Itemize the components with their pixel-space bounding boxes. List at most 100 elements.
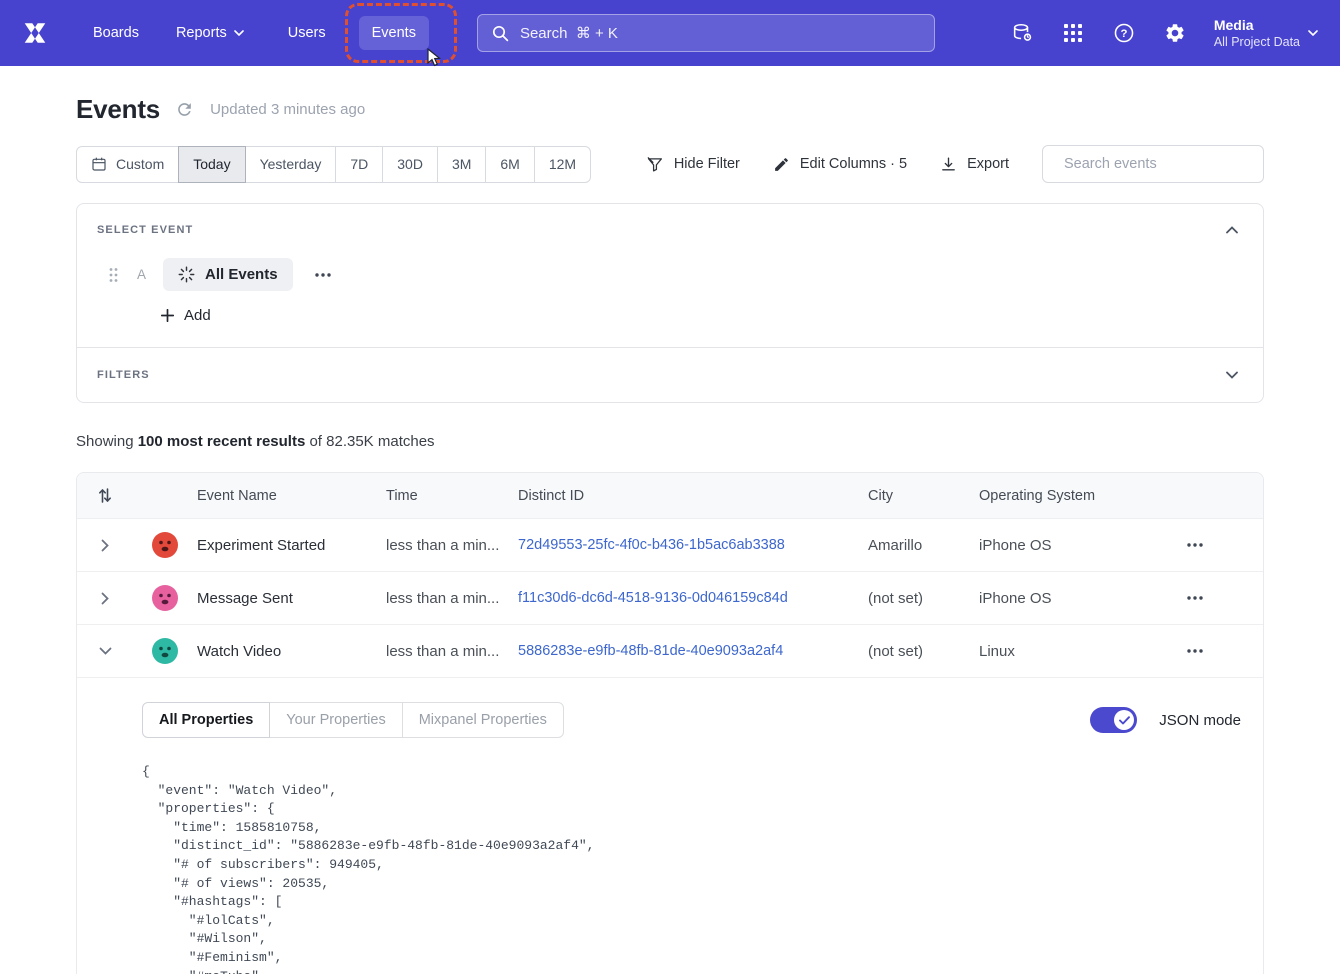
table-row[interactable]: Message Sent less than a min... f11c30d6… <box>77 571 1263 624</box>
toggle-knob <box>1114 710 1134 730</box>
date-range-custom[interactable]: Custom <box>76 146 179 183</box>
date-range-30d[interactable]: 30D <box>382 146 438 183</box>
mixpanel-logo-icon[interactable] <box>22 20 49 47</box>
pencil-icon <box>773 156 790 173</box>
event-name-cell: Message Sent <box>197 590 386 607</box>
row-actions-icon[interactable] <box>1177 643 1213 659</box>
project-scope: All Project Data <box>1214 34 1300 50</box>
hide-filter-label: Hide Filter <box>674 156 740 172</box>
add-event-label: Add <box>184 307 211 324</box>
os-cell: Linux <box>979 643 1177 660</box>
city-cell: (not set) <box>868 590 979 607</box>
page-title: Events <box>76 94 160 125</box>
os-cell: iPhone OS <box>979 590 1177 607</box>
city-cell: (not set) <box>868 643 979 660</box>
date-range-custom-label: Custom <box>116 156 164 172</box>
drag-handle-icon[interactable] <box>109 267 118 283</box>
add-event-button[interactable]: Add <box>161 307 211 324</box>
hide-filter-button[interactable]: Hide Filter <box>646 156 740 173</box>
date-range-selector: Custom Today Yesterday 7D 30D 3M 6M 12M <box>76 146 591 183</box>
top-navbar: Boards Reports Users Events ? Media <box>0 0 1340 66</box>
help-icon[interactable]: ? <box>1112 21 1136 45</box>
filter-funnel-icon <box>646 156 664 173</box>
json-mode-toggle[interactable] <box>1090 707 1137 733</box>
col-event-name[interactable]: Event Name <box>197 488 386 504</box>
results-summary: Showing 100 most recent results of 82.35… <box>76 433 1264 450</box>
svg-text:?: ? <box>1120 28 1127 40</box>
event-selector-pill[interactable]: All Events <box>163 258 293 291</box>
last-updated-text: Updated 3 minutes ago <box>210 101 365 118</box>
search-icon <box>492 25 509 42</box>
event-avatar <box>152 638 178 664</box>
select-event-label: SELECT EVENT <box>97 224 193 236</box>
download-icon <box>940 156 957 173</box>
city-cell: Amarillo <box>868 537 979 554</box>
apps-grid-icon[interactable] <box>1061 21 1085 45</box>
json-mode-label: JSON mode <box>1159 712 1241 729</box>
distinct-id-link[interactable]: f11c30d6-dc6d-4518-9136-0d046159c84d <box>518 590 868 606</box>
col-city[interactable]: City <box>868 488 979 504</box>
data-management-icon[interactable] <box>1010 21 1034 45</box>
time-cell: less than a min... <box>386 537 518 554</box>
tab-mixpanel-properties[interactable]: Mixpanel Properties <box>402 702 564 738</box>
expand-row-icon[interactable] <box>101 592 109 605</box>
search-events-field[interactable] <box>1042 145 1264 183</box>
properties-tabs: All Properties Your Properties Mixpanel … <box>142 702 564 738</box>
refresh-icon[interactable] <box>175 100 195 120</box>
selected-event-name: All Events <box>205 266 278 283</box>
row-actions-icon[interactable] <box>1177 537 1213 553</box>
date-range-12m[interactable]: 12M <box>534 146 591 183</box>
collapse-section-icon[interactable] <box>1221 219 1243 241</box>
query-builder-card: SELECT EVENT A All Events <box>76 203 1264 403</box>
nav-item-reports[interactable]: Reports <box>176 25 244 41</box>
table-row[interactable]: Experiment Started less than a min... 72… <box>77 518 1263 571</box>
distinct-id-link[interactable]: 72d49553-25fc-4f0c-b436-1b5ac6ab3388 <box>518 537 868 553</box>
tab-your-properties[interactable]: Your Properties <box>269 702 402 738</box>
nav-item-boards[interactable]: Boards <box>93 25 139 41</box>
edit-columns-button[interactable]: Edit Columns · 5 <box>773 156 907 173</box>
date-range-7d[interactable]: 7D <box>335 146 383 183</box>
expand-filters-icon[interactable] <box>1221 364 1243 386</box>
date-range-yesterday[interactable]: Yesterday <box>245 146 337 183</box>
time-cell: less than a min... <box>386 643 518 660</box>
table-row-expanded[interactable]: Watch Video less than a min... 5886283e-… <box>77 624 1263 677</box>
export-label: Export <box>967 156 1009 172</box>
edit-columns-label: Edit Columns · 5 <box>800 156 907 172</box>
series-letter: A <box>137 267 146 282</box>
sort-icon[interactable] <box>98 487 112 504</box>
date-range-6m[interactable]: 6M <box>485 146 534 183</box>
check-icon <box>1119 716 1130 725</box>
tab-all-properties[interactable]: All Properties <box>142 702 270 738</box>
project-selector[interactable]: Media All Project Data <box>1214 16 1318 50</box>
os-cell: iPhone OS <box>979 537 1177 554</box>
row-actions-icon[interactable] <box>1177 590 1213 606</box>
global-search[interactable] <box>477 14 935 52</box>
global-search-input[interactable] <box>520 25 920 42</box>
expand-row-icon[interactable] <box>101 539 109 552</box>
collapse-row-icon[interactable] <box>99 647 112 655</box>
distinct-id-link[interactable]: 5886283e-e9fb-48fb-81de-40e9093a2af4 <box>518 643 868 659</box>
table-header-row: Event Name Time Distinct ID City Operati… <box>77 473 1263 518</box>
settings-gear-icon[interactable] <box>1163 21 1187 45</box>
nav-reports-label: Reports <box>176 25 227 41</box>
col-time[interactable]: Time <box>386 488 518 504</box>
calendar-icon <box>91 156 107 172</box>
event-name-cell: Experiment Started <box>197 537 386 554</box>
event-burst-icon <box>178 266 195 283</box>
export-button[interactable]: Export <box>940 156 1009 173</box>
nav-item-events[interactable]: Events <box>359 16 429 50</box>
event-row-menu-icon[interactable] <box>309 269 337 281</box>
nav-item-users[interactable]: Users <box>288 25 326 41</box>
filters-label: FILTERS <box>97 369 150 381</box>
date-range-today[interactable]: Today <box>178 146 245 183</box>
event-detail-panel: All Properties Your Properties Mixpanel … <box>77 677 1263 974</box>
events-table: Event Name Time Distinct ID City Operati… <box>76 472 1264 974</box>
date-range-3m[interactable]: 3M <box>437 146 486 183</box>
search-events-input[interactable] <box>1064 156 1251 172</box>
col-os[interactable]: Operating System <box>979 488 1177 504</box>
plus-icon <box>161 309 174 322</box>
event-avatar <box>152 585 178 611</box>
chevron-down-icon <box>234 30 244 36</box>
col-distinct-id[interactable]: Distinct ID <box>518 488 868 504</box>
event-name-cell: Watch Video <box>197 643 386 660</box>
